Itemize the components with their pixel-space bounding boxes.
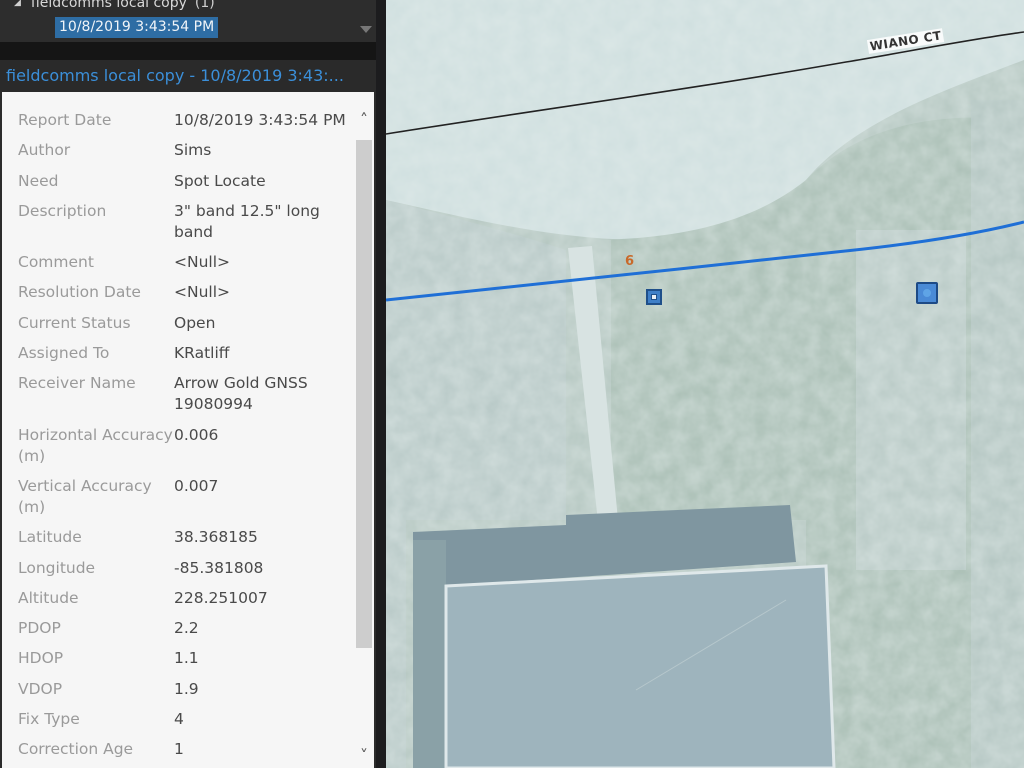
attribute-value: KRatliff: [174, 344, 230, 363]
aerial-imagery: [386, 0, 1024, 768]
attribute-value: Open: [174, 313, 216, 332]
tree-feature-node-selected[interactable]: 10/8/2019 3:43:54 PM: [55, 17, 219, 38]
scroll-up-chevron-icon[interactable]: ˄: [356, 112, 372, 128]
attribute-label: PDOP: [18, 619, 61, 638]
attribute-label: Comment: [18, 253, 94, 272]
attribute-row: Author Sims: [18, 140, 348, 161]
attribute-row: Horizontal Accuracy (m) 0.006: [18, 425, 348, 467]
attribute-value: 1: [174, 740, 184, 759]
tree-layer-node[interactable]: ◢ fieldcomms local copy (1): [14, 0, 215, 12]
attribute-label: Author: [18, 141, 71, 160]
attribute-label: Fix Type: [18, 710, 80, 729]
attribute-list: Report Date 10/8/2019 3:43:54 PM Author Sim…: [2, 92, 374, 768]
attribute-row: Vertical Accuracy (m) 0.007: [18, 476, 348, 518]
attribute-value: 228.251007: [174, 588, 268, 607]
attribute-row: Resolution Date <Null>: [18, 282, 348, 303]
attribute-value: <Null>: [174, 283, 231, 302]
scroll-down-chevron-icon[interactable]: ˅: [356, 748, 372, 764]
attribute-label: Current Status: [18, 313, 131, 332]
expand-triangle-icon[interactable]: ◢: [14, 0, 21, 8]
attribute-value: 4: [174, 710, 184, 729]
attribute-row: Longitude -85.381808: [18, 558, 348, 579]
attribute-label: Longitude: [18, 558, 96, 577]
attribute-row: Need Spot Locate: [18, 171, 348, 192]
attribute-row: VDOP 1.9: [18, 679, 348, 700]
attribute-label: Resolution Date: [18, 283, 141, 302]
attribute-row: Comment <Null>: [18, 252, 348, 273]
attribute-value: Arrow Gold GNSS 19080994: [174, 374, 308, 414]
attribute-label: VDOP: [18, 679, 63, 698]
attribute-label: Receiver Name: [18, 374, 136, 393]
tree-scroll-down-icon[interactable]: [360, 26, 372, 33]
attribute-value: 3" band 12.5" long band: [174, 201, 320, 241]
attribute-value: Sims: [174, 141, 212, 160]
map-view[interactable]: WIANO CT 6: [386, 0, 1024, 768]
attribute-value: <Null>: [174, 253, 231, 272]
attribute-row: Altitude 228.251007: [18, 588, 348, 609]
attribute-value: 10/8/2019 3:43:54 PM: [174, 111, 346, 129]
attribute-row: Fix Type 4: [18, 709, 348, 730]
attribute-row: Receiver Name Arrow Gold GNSS 19080994: [18, 373, 348, 415]
attribute-label: Vertical Accuracy (m): [18, 476, 152, 516]
feature-tree: ◢ fieldcomms local copy (1) 10/8/2019 3:…: [0, 0, 376, 42]
attribute-label: Horizontal Accuracy (m): [18, 425, 173, 465]
panel-divider: [0, 42, 376, 60]
attribute-value: 1.1: [174, 649, 199, 668]
attribute-value: 2.2: [174, 619, 199, 638]
attribute-row: PDOP 2.2: [18, 618, 348, 639]
attribute-label: Correction Age: [18, 740, 134, 759]
attribute-label: Report Date: [18, 111, 112, 129]
layer-feature-count: (1): [194, 0, 215, 11]
point-feature-marker-selected[interactable]: [916, 282, 938, 304]
identify-panel: ◢ fieldcomms local copy (1) 10/8/2019 3:…: [0, 0, 376, 768]
attribute-row: Correction Age 1: [18, 739, 348, 760]
attribute-row: HDOP 1.1: [18, 648, 348, 669]
attribute-value: 38.368185: [174, 528, 258, 547]
attribute-label: Altitude: [18, 588, 79, 607]
popup-title: fieldcomms local copy - 10/8/2019 3:43:.…: [0, 60, 376, 92]
attribute-scrollbar[interactable]: ˄ ˅: [353, 112, 374, 768]
layer-name: fieldcomms local copy: [30, 0, 187, 11]
attribute-row: Description 3" band 12.5" long band: [18, 201, 348, 243]
attribute-label: Need: [18, 171, 59, 190]
attribute-value: -85.381808: [174, 558, 264, 577]
attribute-table: Report Date 10/8/2019 3:43:54 PM Author Sim…: [18, 110, 348, 768]
attribute-label: HDOP: [18, 649, 64, 668]
attribute-value: Spot Locate: [174, 171, 266, 190]
attribute-value: 0.006: [174, 425, 219, 444]
attribute-row: Report Date 10/8/2019 3:43:54 PM: [18, 110, 348, 131]
marker-glyph-icon: [651, 294, 657, 300]
marker-dot-icon: [923, 289, 931, 297]
attribute-label: Assigned To: [18, 344, 110, 363]
attribute-value: 0.007: [174, 476, 219, 495]
attribute-value: 1.9: [174, 679, 199, 698]
attribute-label: Description: [18, 201, 107, 220]
attribute-row: Current Status Open: [18, 313, 348, 334]
segment-label: 6: [625, 254, 635, 269]
scroll-thumb[interactable]: [356, 140, 372, 648]
attribute-row: Latitude 38.368185: [18, 527, 348, 548]
pane-splitter[interactable]: [376, 0, 386, 768]
attribute-row: Assigned To KRatliff: [18, 343, 348, 364]
attribute-label: Latitude: [18, 528, 82, 547]
point-feature-marker[interactable]: [646, 289, 662, 305]
